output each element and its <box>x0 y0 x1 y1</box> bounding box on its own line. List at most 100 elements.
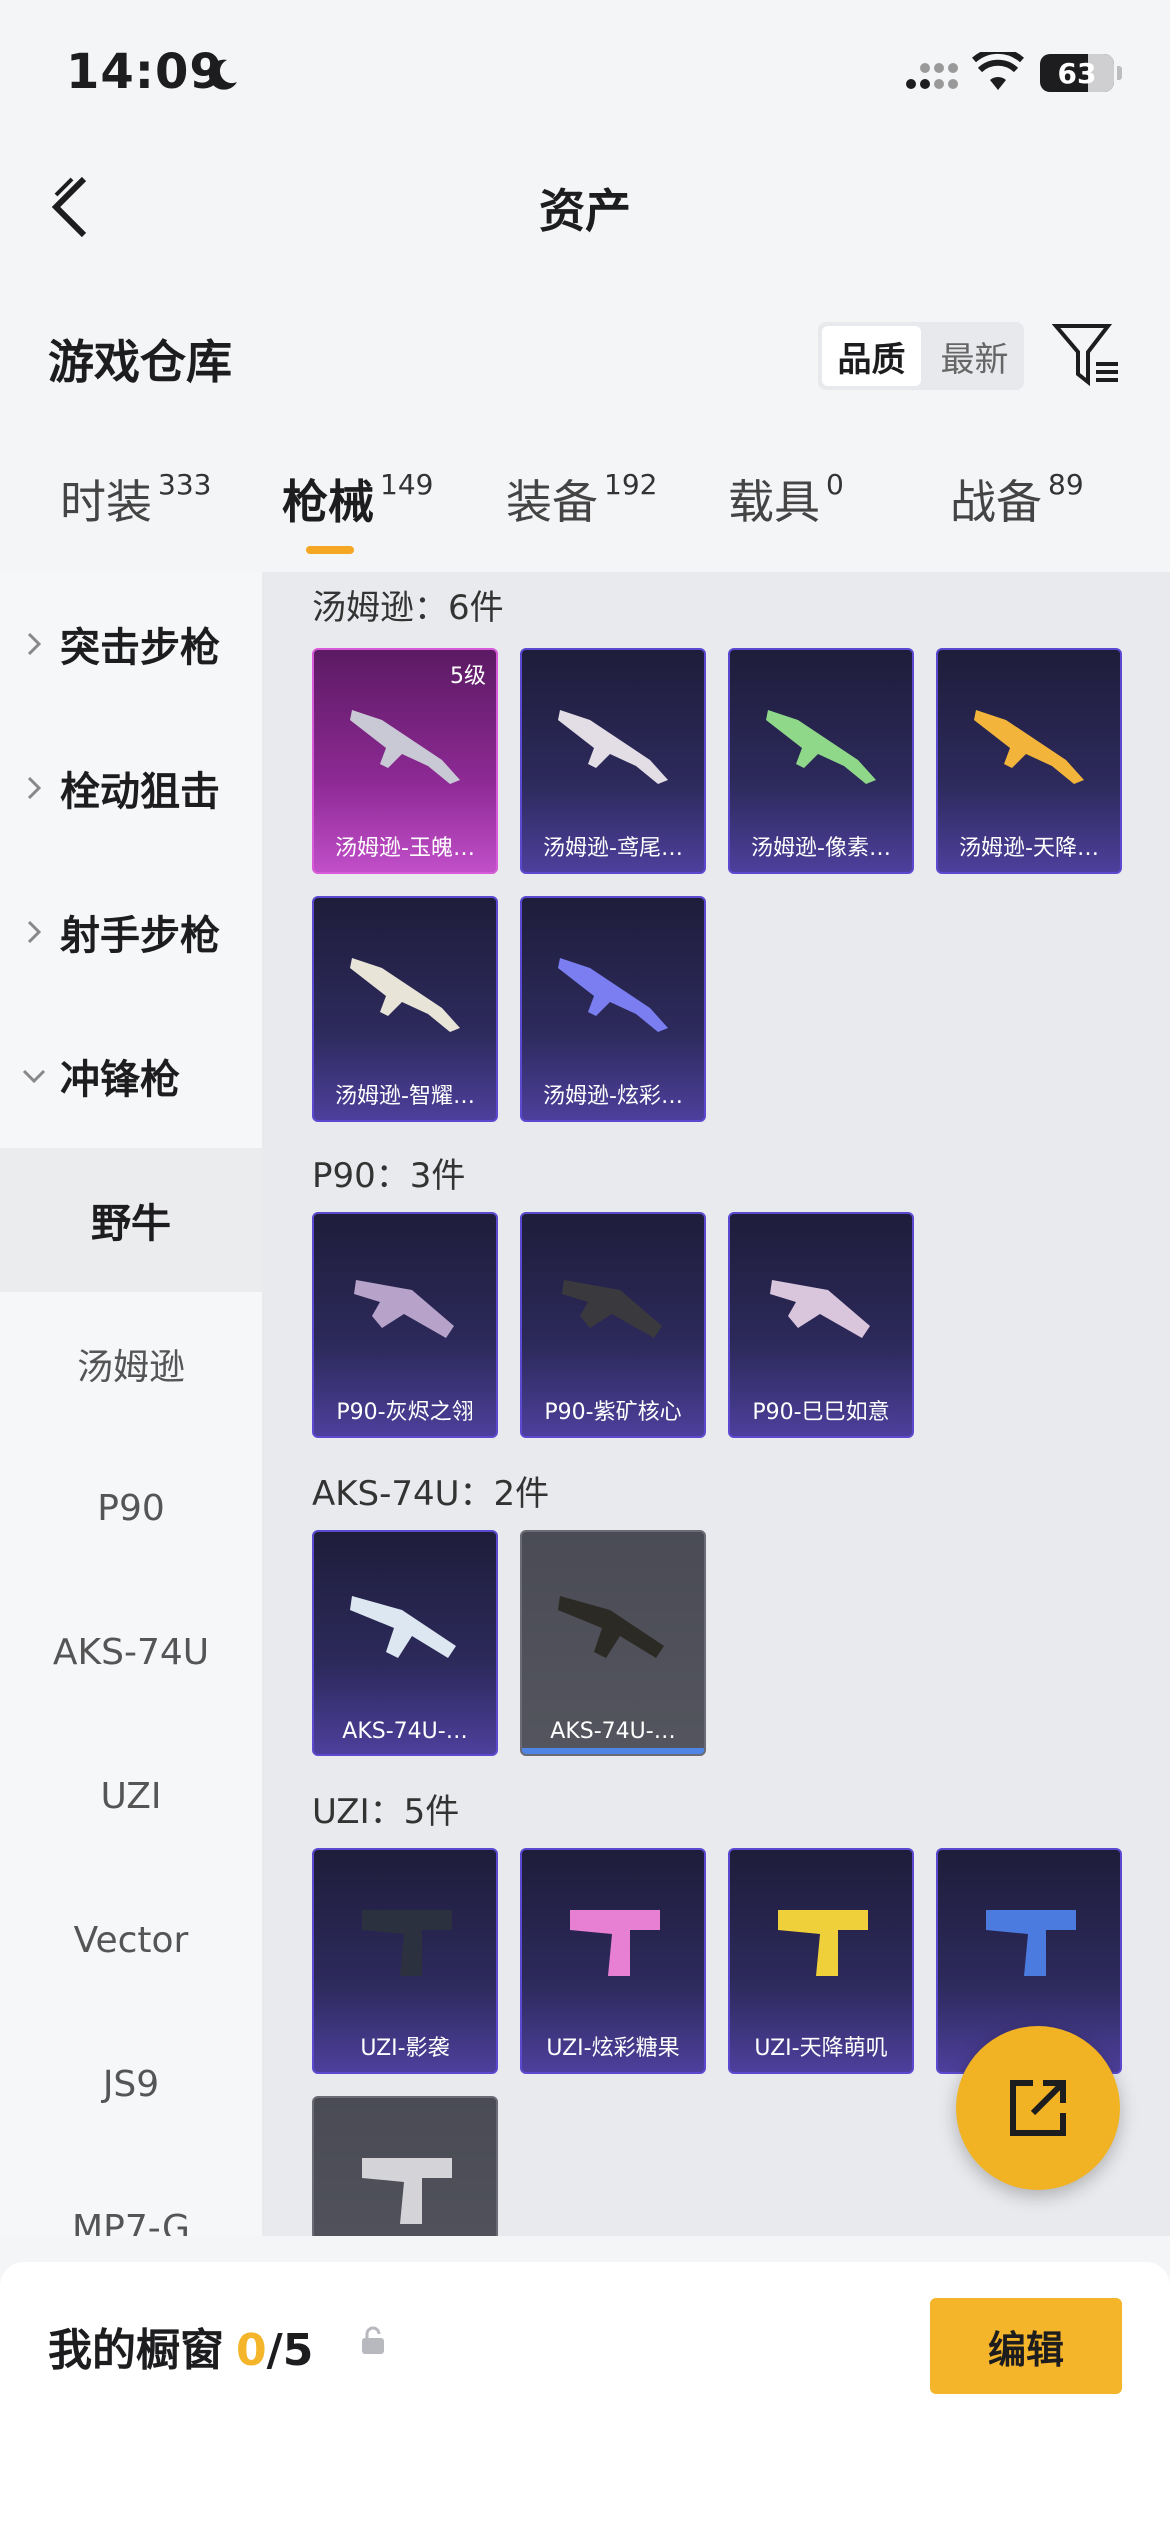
gun-icon <box>350 958 460 1032</box>
filter-icon[interactable] <box>1052 320 1122 390</box>
category-sidebar: 突击步枪 栓动狙击 射手步枪 冲锋枪 野牛 汤姆逊 P90 AKS-74U UZ… <box>0 572 262 2236</box>
tab-label: 战备 <box>950 475 1042 529</box>
gun-icon <box>986 1910 1076 1976</box>
item-card[interactable]: 汤姆逊-天降… <box>936 648 1122 874</box>
share-button[interactable] <box>956 2026 1120 2190</box>
showcase-label: 我的橱窗 <box>48 2325 224 2376</box>
gun-icon <box>558 710 668 784</box>
item-name: 汤姆逊-鸢尾… <box>543 836 683 861</box>
tab-supplies[interactable]: 战备 89 <box>950 466 1084 532</box>
tab-vehicles[interactable]: 载具 0 <box>728 466 844 532</box>
item-name: P90-紫矿核心 <box>544 1400 682 1425</box>
item-card[interactable]: 汤姆逊-智耀… <box>312 896 498 1122</box>
subcategory-mp7g[interactable]: MP7-G <box>0 2156 262 2237</box>
subcategory-js9[interactable]: JS9 <box>0 2012 262 2156</box>
category-bolt-sniper[interactable]: 栓动狙击 <box>0 716 262 860</box>
category-label: 冲锋枪 <box>60 1057 180 1103</box>
lock-icon <box>362 2326 384 2354</box>
item-name: 汤姆逊-天降… <box>959 836 1099 861</box>
sort-toggle: 品质 最新 <box>818 322 1024 390</box>
item-card[interactable]: 汤姆逊-鸢尾… <box>520 648 706 874</box>
item-card[interactable]: UZI-影袭 <box>312 1848 498 2074</box>
tab-gear[interactable]: 装备 192 <box>506 466 657 532</box>
subcategory-thompson[interactable]: 汤姆逊 <box>0 1292 262 1436</box>
tab-count: 149 <box>380 468 434 501</box>
gun-icon <box>778 1910 868 1976</box>
gun-icon <box>770 1280 870 1338</box>
item-name: UZI-影袭 <box>360 2036 450 2061</box>
gun-icon <box>362 2158 452 2224</box>
item-card[interactable]: AKS-74U-… <box>520 1530 706 1756</box>
group-title: 汤姆逊：6件 <box>312 588 504 628</box>
item-card[interactable] <box>312 2096 498 2236</box>
gun-icon <box>354 1280 454 1338</box>
subcategory-aks74u[interactable]: AKS-74U <box>0 1580 262 1724</box>
gun-icon <box>562 1280 662 1338</box>
battery-icon: 63 <box>1040 54 1122 92</box>
item-name: 汤姆逊-像素… <box>751 836 891 861</box>
gun-icon <box>558 1596 664 1658</box>
battery-level: 63 <box>1057 56 1097 90</box>
item-name: 汤姆逊-炫彩… <box>543 1084 683 1109</box>
page-title: 资产 <box>539 184 631 238</box>
item-name: AKS-74U-… <box>342 1719 468 1744</box>
category-marksman-rifle[interactable]: 射手步枪 <box>0 860 262 1004</box>
share-icon <box>1010 2080 1066 2136</box>
gun-icon <box>350 1596 456 1658</box>
subcategory-uzi[interactable]: UZI <box>0 1724 262 1868</box>
category-assault-rifle[interactable]: 突击步枪 <box>0 572 262 716</box>
item-name: AKS-74U-… <box>550 1719 676 1744</box>
tab-guns[interactable]: 枪械 149 <box>282 466 433 532</box>
item-name: UZI-炫彩糖果 <box>546 2036 680 2061</box>
subcategory-bizon[interactable]: 野牛 <box>0 1148 262 1292</box>
chevron-right-icon <box>27 920 41 944</box>
item-card[interactable]: 汤姆逊-炫彩… <box>520 896 706 1122</box>
chevron-right-icon <box>27 776 41 800</box>
item-name: 汤姆逊-玉魄… <box>335 836 475 861</box>
gun-icon <box>362 1910 452 1976</box>
tab-bar: 时装 333 枪械 149 装备 192 载具 0 战备 89 <box>0 466 1170 566</box>
active-tab-indicator <box>306 546 354 554</box>
gun-icon <box>350 710 460 784</box>
item-name: UZI-天降萌叽 <box>754 2036 888 2061</box>
item-name: P90-巳巳如意 <box>752 1400 890 1425</box>
edit-button[interactable]: 编辑 <box>930 2298 1122 2394</box>
item-name: 汤姆逊-智耀… <box>335 1084 475 1109</box>
tab-fashion[interactable]: 时装 333 <box>60 466 211 532</box>
wifi-icon <box>972 52 1024 90</box>
category-label: 射手步枪 <box>60 913 220 959</box>
item-card[interactable]: 5级 汤姆逊-玉魄… <box>312 648 498 874</box>
item-card[interactable]: UZI-天降萌叽 <box>728 1848 914 2074</box>
showcase-title: 我的橱窗 0/5 <box>48 2314 313 2378</box>
showcase-total: /5 <box>266 2325 314 2376</box>
sort-latest-option[interactable]: 最新 <box>925 322 1024 390</box>
gun-icon <box>558 958 668 1032</box>
tab-count: 0 <box>826 468 844 501</box>
item-card[interactable]: P90-巳巳如意 <box>728 1212 914 1438</box>
item-card[interactable]: P90-紫矿核心 <box>520 1212 706 1438</box>
tab-label: 载具 <box>728 475 820 529</box>
sort-quality-option[interactable]: 品质 <box>822 326 921 386</box>
item-grid: 汤姆逊：6件 5级 汤姆逊-玉魄… 汤姆逊-鸢尾… 汤姆逊-像素… 汤姆逊-天降… <box>262 572 1170 2236</box>
item-card[interactable]: UZI-炫彩糖果 <box>520 1848 706 2074</box>
item-name: P90-灰烬之翎 <box>336 1400 474 1425</box>
item-card[interactable]: P90-灰烬之翎 <box>312 1212 498 1438</box>
gun-icon <box>570 1910 660 1976</box>
status-bar: 14:09 63 <box>0 0 1170 150</box>
section-title: 游戏仓库 <box>48 335 232 389</box>
chevron-down-icon <box>22 1069 46 1083</box>
tab-count: 333 <box>158 468 212 501</box>
category-label: 突击步枪 <box>60 625 220 671</box>
group-title: AKS-74U：2件 <box>312 1474 550 1514</box>
gun-icon <box>974 710 1084 784</box>
group-title: P90：3件 <box>312 1156 466 1196</box>
item-card[interactable]: 汤姆逊-像素… <box>728 648 914 874</box>
showcase-current: 0 <box>236 2325 267 2376</box>
tab-label: 时装 <box>60 475 152 529</box>
item-card[interactable]: AKS-74U-… <box>312 1530 498 1756</box>
tab-count: 192 <box>604 468 658 501</box>
subcategory-vector[interactable]: Vector <box>0 1868 262 2012</box>
category-smg[interactable]: 冲锋枪 <box>0 1004 262 1148</box>
chevron-right-icon <box>27 632 41 656</box>
subcategory-p90[interactable]: P90 <box>0 1436 262 1580</box>
